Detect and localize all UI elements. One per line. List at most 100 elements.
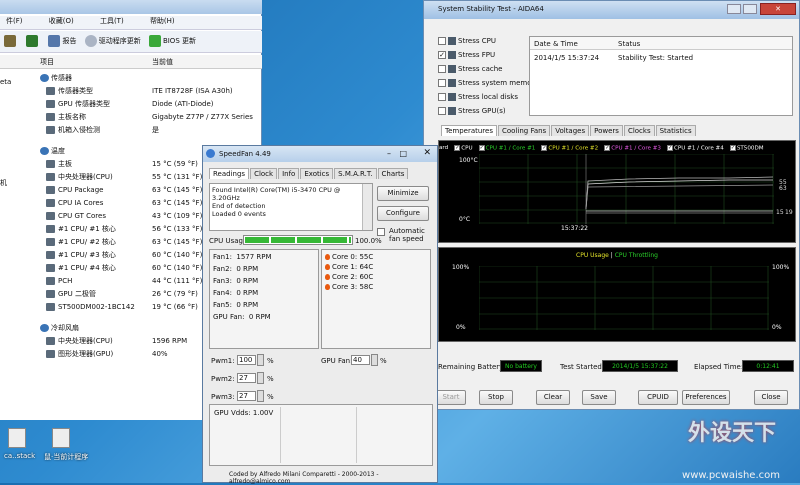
desktop-file-icon[interactable]: [8, 428, 26, 448]
sensor-row[interactable]: GPU 传感器类型 Diode (ATI-Diode): [0, 98, 262, 110]
maximize-icon[interactable]: □: [399, 149, 407, 158]
legend-checkbox[interactable]: ✓: [604, 144, 611, 151]
sensor-group[interactable]: 传感器: [0, 72, 262, 84]
gpu-fan-input[interactable]: 40: [351, 355, 370, 365]
stress-checkbox[interactable]: ✓: [438, 51, 446, 59]
cpu-usage-fill: [245, 237, 351, 243]
legend-checkbox[interactable]: ✓: [729, 144, 736, 151]
menu-favorites[interactable]: 收藏(O): [49, 17, 74, 25]
stress-option[interactable]: ✓ Stress FPU: [438, 49, 495, 61]
stability-titlebar: System Stability Test - AIDA64 ✕: [424, 1, 799, 19]
clear-button[interactable]: Clear: [536, 390, 570, 405]
menu-file[interactable]: 件(F): [6, 17, 23, 25]
pwm-input[interactable]: 27: [237, 391, 256, 401]
automatic-fan-speed-checkbox[interactable]: [377, 228, 385, 236]
tab-smart[interactable]: S.M.A.R.T.: [334, 168, 377, 179]
tab-info[interactable]: Info: [278, 168, 300, 179]
stop-button[interactable]: Stop: [479, 390, 513, 405]
pwm-spinner-icon[interactable]: [257, 390, 264, 402]
tab-clock[interactable]: Clock: [250, 168, 278, 179]
tab-exotics[interactable]: Exotics: [300, 168, 334, 179]
tab-powers[interactable]: Powers: [590, 125, 623, 136]
column-item[interactable]: 项目: [40, 57, 54, 67]
log-col-time[interactable]: Date & Time: [534, 40, 578, 48]
fan-reading: Fan1: 1577 RPM: [213, 253, 272, 261]
legend-item[interactable]: ✓ CPU #1 / Core #1: [478, 144, 535, 151]
legend-item[interactable]: ✓ CPU: [454, 144, 473, 151]
tab-voltages[interactable]: Voltages: [551, 125, 590, 136]
sensor-row[interactable]: 主板名称 Gigabyte Z77P / Z77X Series: [0, 111, 262, 123]
driver-update-button[interactable]: 驱动程序更新: [84, 35, 141, 47]
stress-checkbox[interactable]: [438, 37, 446, 45]
legend-item[interactable]: ✓ CPU #1 / Core #4: [667, 144, 724, 151]
log-scrollbar[interactable]: [362, 184, 372, 230]
legend-checkbox[interactable]: ✓: [478, 144, 485, 151]
tab-statistics[interactable]: Statistics: [655, 125, 696, 136]
sensor-icon: [46, 350, 55, 358]
report-button[interactable]: 报告: [48, 35, 76, 47]
speedfan-log[interactable]: Found Intel(R) Core(TM) i5-3470 CPU @ 3.…: [209, 183, 373, 231]
stress-checkbox[interactable]: [438, 107, 446, 115]
legend-item[interactable]: ✓ ST500DM: [729, 144, 764, 151]
menu-tools[interactable]: 工具(T): [100, 17, 124, 25]
menu-help[interactable]: 帮助(H): [150, 17, 175, 25]
close-icon[interactable]: ✕: [760, 3, 796, 15]
tool-icon-2[interactable]: [26, 35, 40, 47]
sensor-name: CPU GT Cores: [58, 212, 106, 220]
stress-option[interactable]: Stress GPU(s): [438, 105, 506, 117]
stress-option[interactable]: Stress system memory: [438, 77, 539, 89]
cpuid-button[interactable]: CPUID: [638, 390, 678, 405]
maximize-icon[interactable]: [743, 4, 757, 14]
close-icon[interactable]: ✕: [423, 148, 431, 158]
stress-checkbox[interactable]: [438, 65, 446, 73]
sensor-name: #1 CPU/ #1 核心: [58, 225, 116, 233]
start-button[interactable]: Start: [436, 390, 466, 405]
minimize-icon[interactable]: –: [387, 149, 391, 158]
tab-clocks[interactable]: Clocks: [623, 125, 655, 136]
log-col-status[interactable]: Status: [618, 40, 640, 48]
legend-item[interactable]: ✓ CPU #1 / Core #3: [604, 144, 661, 151]
legend-checkbox[interactable]: ✓: [667, 144, 673, 151]
log-row[interactable]: 2014/1/5 15:37:24 Stability Test: Starte…: [530, 54, 792, 66]
desktop-file-icon[interactable]: [52, 428, 70, 448]
sensor-icon: [46, 113, 55, 121]
column-value[interactable]: 当前值: [152, 57, 173, 67]
sensor-row[interactable]: 机箱入侵检测 是: [0, 124, 262, 136]
legend-item[interactable]: ✓ CPU #1 / Core #2: [541, 144, 598, 151]
gpu-vdd: GPU Vdds: 1.00V: [214, 409, 274, 417]
sensor-name: CPU Package: [58, 186, 104, 194]
configure-button[interactable]: Configure: [377, 206, 429, 221]
stress-option[interactable]: Stress CPU: [438, 35, 496, 47]
pwm-spinner-icon[interactable]: [257, 372, 264, 384]
legend-item[interactable]: ard: [439, 145, 448, 151]
stress-checkbox[interactable]: [438, 93, 446, 101]
tab-temperatures[interactable]: Temperatures: [441, 125, 497, 136]
cpu-usage-bar: [243, 235, 353, 245]
close-button[interactable]: Close: [754, 390, 788, 405]
tab-readings[interactable]: Readings: [209, 168, 250, 179]
preferences-button[interactable]: Preferences: [682, 390, 730, 405]
pwm-input[interactable]: 100: [237, 355, 256, 365]
minimize-icon[interactable]: [727, 4, 741, 14]
sensor-row[interactable]: 传感器类型 ITE IT8728F (ISA A30h): [0, 85, 262, 97]
tab-cooling-fans[interactable]: Cooling Fans: [498, 125, 551, 136]
bios-update-button[interactable]: BIOS 更新: [148, 35, 196, 47]
temp-x-time: 15:37:22: [561, 225, 588, 232]
elapsed-value: 0:12:41: [742, 360, 794, 372]
gpu-fan-label: GPU Fan:: [321, 357, 353, 365]
pwm-input[interactable]: 27: [237, 373, 256, 383]
stress-checkbox[interactable]: [438, 79, 446, 87]
pwm-spinner-icon[interactable]: [257, 354, 264, 366]
stress-option[interactable]: Stress local disks: [438, 91, 518, 103]
gpu-fan-spinner-icon[interactable]: [371, 354, 378, 366]
tab-charts[interactable]: Charts: [377, 168, 409, 179]
legend-checkbox[interactable]: ✓: [541, 144, 548, 151]
log-line: End of detection: [212, 202, 266, 210]
legend-checkbox[interactable]: ✓: [454, 144, 461, 151]
save-button[interactable]: Save: [582, 390, 616, 405]
download-arrow-icon: [148, 35, 161, 47]
minimize-button[interactable]: Minimize: [377, 186, 429, 201]
pwm-unit: %: [267, 357, 274, 365]
tool-icon-1[interactable]: [4, 35, 18, 47]
stress-option[interactable]: Stress cache: [438, 63, 502, 75]
